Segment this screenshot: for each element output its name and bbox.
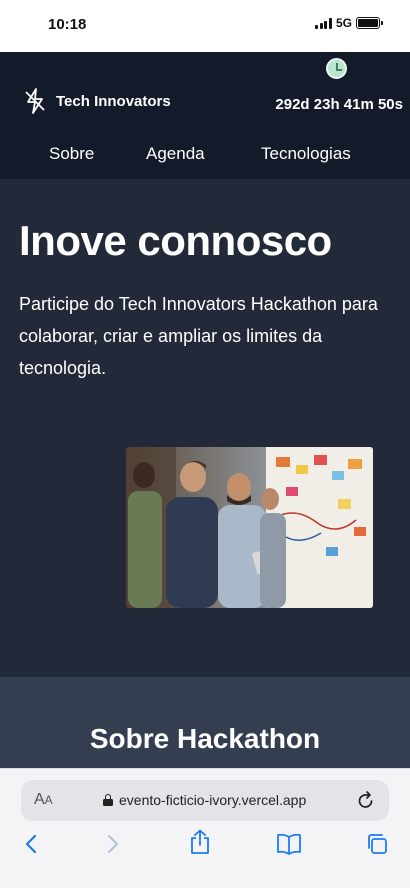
text-size-button[interactable]: AA <box>34 791 53 809</box>
site-header: Tech Innovators 292d 23h 41m 50s Sobre A… <box>0 52 410 179</box>
address-bar[interactable]: AA evento-ficticio-ivory.vercel.app <box>21 780 389 821</box>
hero-section: Inove connosco Participe do Tech Innovat… <box>0 179 410 677</box>
bookmarks-icon[interactable] <box>276 833 302 855</box>
hero-description: Participe do Tech Innovators Hackathon p… <box>19 294 378 378</box>
nav-link-agenda[interactable]: Agenda <box>146 144 205 164</box>
lightning-icon <box>25 88 45 114</box>
back-icon[interactable] <box>24 833 38 855</box>
brand-logo-link[interactable]: Tech Innovators <box>24 88 171 114</box>
about-section: Sobre Hackathon <box>0 677 410 768</box>
nav-link-sobre[interactable]: Sobre <box>49 144 94 164</box>
clock-icon <box>326 58 347 79</box>
hero-title: Inove connosco <box>19 217 332 264</box>
status-bar: 10:18 5G <box>0 0 410 52</box>
url-text: evento-ficticio-ivory.vercel.app <box>119 792 307 808</box>
nav-link-tecnologias[interactable]: Tecnologias <box>261 144 351 164</box>
event-countdown: 292d 23h 41m 50s <box>275 96 403 113</box>
share-icon[interactable] <box>189 829 211 855</box>
main-nav: Sobre Agenda Tecnologias <box>0 144 410 166</box>
network-type: 5G <box>335 16 352 30</box>
forward-icon[interactable] <box>106 833 120 855</box>
status-time: 10:18 <box>48 16 87 33</box>
browser-toolbar <box>0 829 410 861</box>
hero-image <box>126 447 373 608</box>
about-title: Sobre Hackathon <box>89 723 321 754</box>
url-display[interactable]: evento-ficticio-ivory.vercel.app <box>103 792 306 808</box>
lock-icon <box>103 794 113 806</box>
signal-icon <box>315 17 332 29</box>
reload-icon[interactable] <box>357 790 375 810</box>
status-indicators: 5G <box>315 16 383 30</box>
brand-name: Tech Innovators <box>56 92 171 110</box>
tabs-icon[interactable] <box>366 833 388 855</box>
browser-bar: AA evento-ficticio-ivory.vercel.app <box>0 768 410 888</box>
battery-icon <box>356 17 383 29</box>
